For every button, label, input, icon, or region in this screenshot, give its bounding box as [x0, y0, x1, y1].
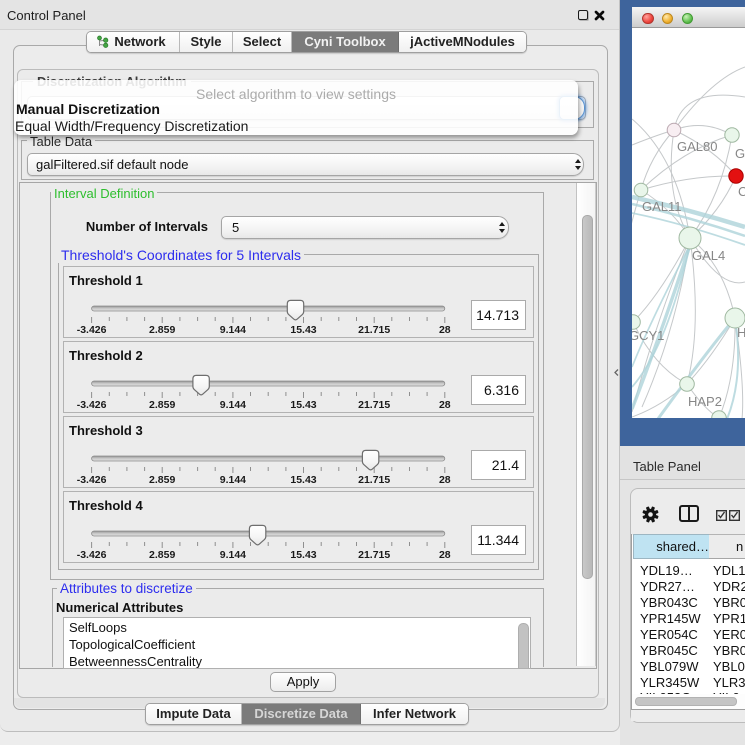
- svg-text:15.43: 15.43: [290, 399, 316, 411]
- svg-text:G.: G.: [735, 146, 745, 161]
- svg-text:28: 28: [439, 399, 451, 411]
- svg-text:21.715: 21.715: [358, 549, 390, 561]
- svg-text:-3.426: -3.426: [77, 549, 107, 561]
- svg-text:C: C: [738, 184, 745, 199]
- svg-text:28: 28: [439, 324, 451, 336]
- svg-text:15.43: 15.43: [290, 324, 316, 336]
- svg-text:HAP2: HAP2: [688, 394, 722, 409]
- svg-text:GCY1: GCY1: [632, 328, 664, 343]
- svg-text:GAL4: GAL4: [692, 248, 725, 263]
- svg-text:9.144: 9.144: [220, 399, 246, 411]
- svg-text:28: 28: [439, 549, 451, 561]
- svg-text:9.144: 9.144: [220, 549, 246, 561]
- svg-text:2.859: 2.859: [149, 549, 175, 561]
- svg-text:H: H: [737, 325, 745, 340]
- svg-text:15.43: 15.43: [290, 474, 316, 486]
- svg-text:28: 28: [439, 474, 451, 486]
- svg-text:21.715: 21.715: [358, 324, 390, 336]
- svg-text:21.715: 21.715: [358, 399, 390, 411]
- svg-text:15.43: 15.43: [290, 549, 316, 561]
- svg-text:2.859: 2.859: [149, 324, 175, 336]
- svg-text:-3.426: -3.426: [77, 324, 107, 336]
- svg-text:2.859: 2.859: [149, 474, 175, 486]
- svg-text:-3.426: -3.426: [77, 399, 107, 411]
- svg-text:2.859: 2.859: [149, 399, 175, 411]
- svg-text:GAL11: GAL11: [642, 199, 682, 214]
- svg-text:21.715: 21.715: [358, 474, 390, 486]
- svg-text:GAL80: GAL80: [677, 139, 717, 154]
- svg-text:9.144: 9.144: [220, 324, 246, 336]
- svg-text:-3.426: -3.426: [77, 474, 107, 486]
- svg-text:9.144: 9.144: [220, 474, 246, 486]
